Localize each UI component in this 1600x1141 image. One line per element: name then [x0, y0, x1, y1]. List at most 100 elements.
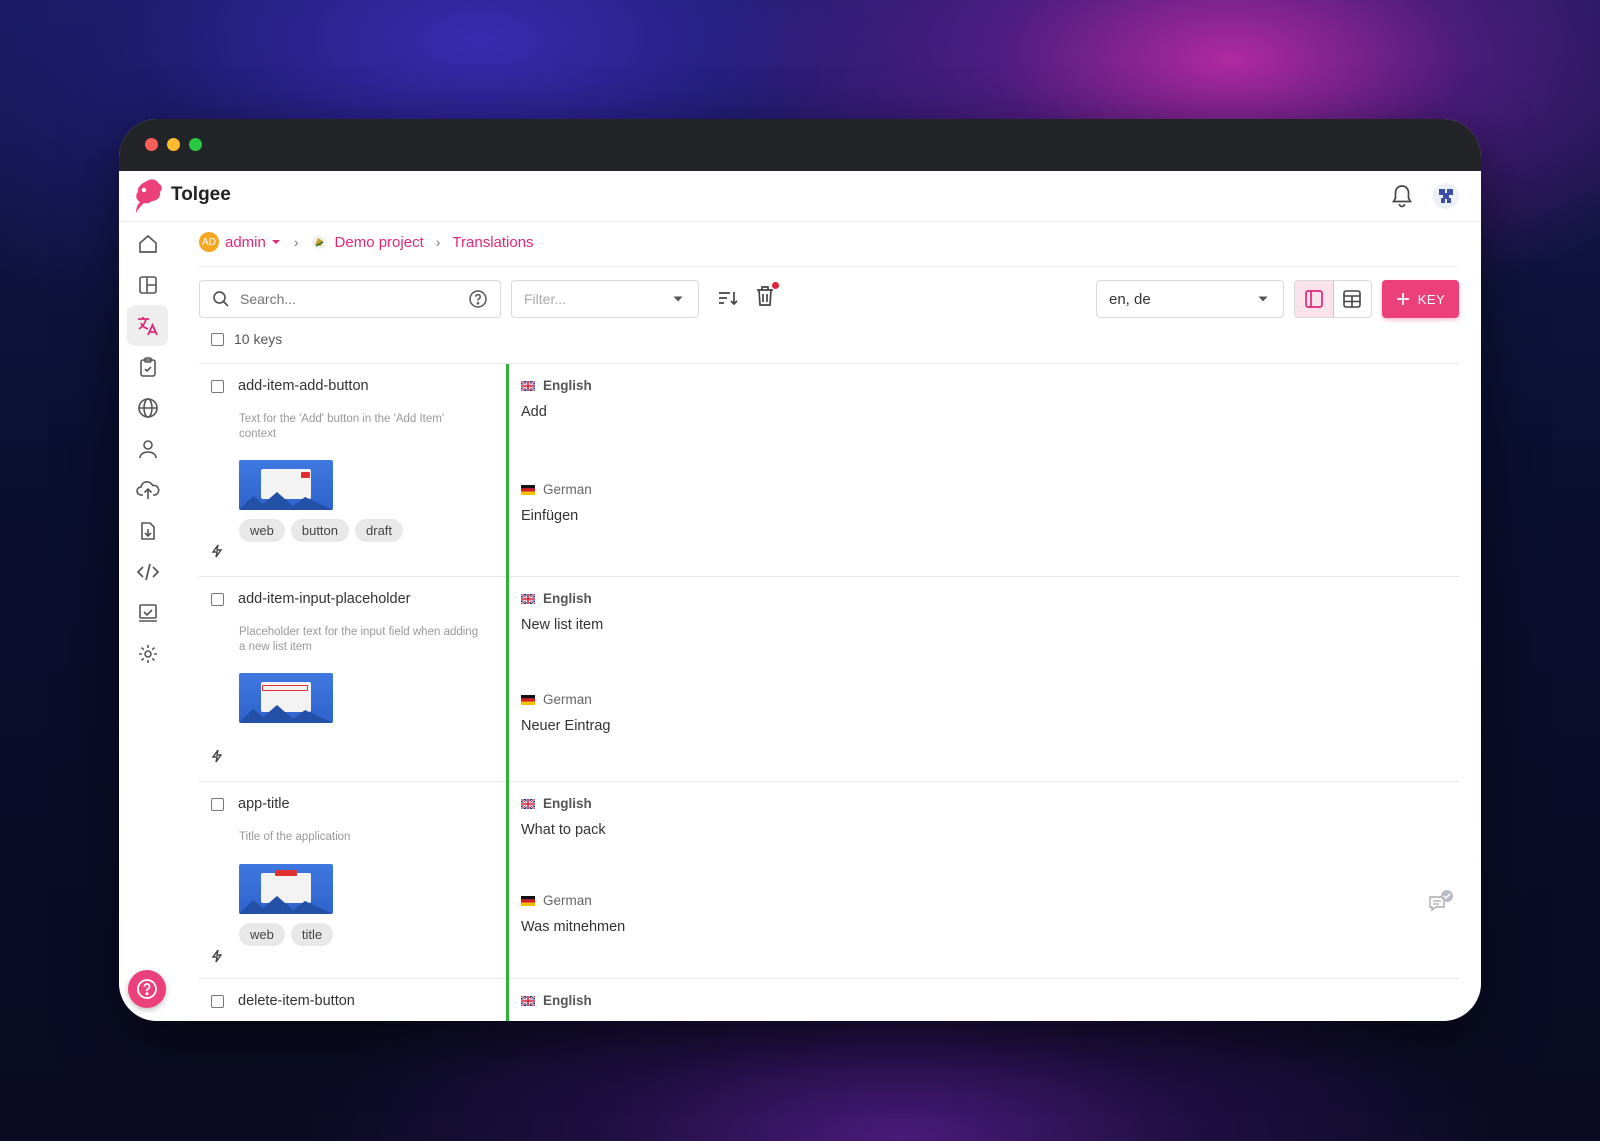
key-cell[interactable]: add-item-add-button Text for the 'Add' b… [199, 364, 506, 576]
translation-text[interactable]: What to pack [521, 822, 606, 838]
sidebar-item-translations[interactable] [127, 305, 168, 346]
key-cell[interactable]: add-item-input-placeholder Placeholder t… [199, 577, 506, 781]
help-button[interactable] [128, 970, 166, 1008]
list-view-button[interactable] [1295, 281, 1334, 317]
key-cell[interactable]: app-title Title of the application web t… [199, 782, 506, 978]
add-key-button[interactable]: KEY [1382, 280, 1459, 318]
sidebar-item-import[interactable] [127, 469, 168, 510]
breadcrumb-page[interactable]: Translations [452, 234, 533, 251]
bolt-icon[interactable] [211, 949, 223, 963]
bolt-icon[interactable] [211, 544, 223, 558]
translation-text[interactable]: Was mitnehmen [521, 919, 625, 935]
language-label: German [521, 482, 592, 497]
sidebar-item-languages[interactable] [127, 387, 168, 428]
uk-flag-icon [521, 798, 535, 809]
filter-select[interactable]: Filter... [511, 280, 699, 318]
tag[interactable]: web [239, 923, 285, 946]
language-name: English [543, 993, 592, 1008]
language-name: German [543, 482, 592, 497]
state-bar [506, 364, 509, 577]
search-box [199, 280, 501, 318]
select-all-checkbox[interactable] [211, 332, 224, 346]
table-view-button[interactable] [1334, 281, 1372, 317]
minimize-window-button[interactable] [167, 138, 180, 151]
state-bar [506, 979, 509, 1021]
key-name[interactable]: add-item-input-placeholder [238, 591, 411, 607]
sidebar-item-integrate[interactable] [127, 551, 168, 592]
toolbar: Filter... en, de [199, 280, 1459, 318]
sidebar-item-tasks[interactable] [127, 346, 168, 387]
sidebar-item-dashboard[interactable] [127, 264, 168, 305]
project-avatar-icon [311, 235, 326, 249]
settings-icon [138, 644, 157, 663]
notification-dot [772, 282, 779, 289]
row-checkbox[interactable] [211, 797, 224, 811]
org-avatar: AD [199, 232, 219, 252]
comment-resolved-icon [1429, 890, 1453, 912]
screenshot-thumbnail[interactable] [239, 460, 333, 510]
logo[interactable]: Tolgee [133, 177, 231, 213]
user-avatar-icon[interactable] [1433, 183, 1459, 209]
language-select[interactable]: en, de [1096, 280, 1284, 318]
caret-down-icon [1258, 296, 1268, 302]
row-checkbox[interactable] [211, 379, 224, 393]
breadcrumb-project[interactable]: Demo project [335, 234, 424, 251]
tolgee-app: Tolgee AD admin › Demo project › Transla… [119, 171, 1481, 1021]
caret-down-icon [673, 296, 683, 302]
tag[interactable]: title [290, 923, 334, 946]
row-checkbox[interactable] [211, 592, 224, 606]
key-name[interactable]: add-item-add-button [238, 378, 369, 394]
sort-icon[interactable] [716, 287, 740, 309]
sidebar-item-members[interactable] [127, 428, 168, 469]
divider [199, 266, 1459, 267]
view-toggle [1294, 280, 1372, 318]
translations-cell: English Add German Einfügen [521, 364, 1459, 576]
language-name: German [543, 893, 592, 908]
key-name[interactable]: app-title [238, 796, 290, 812]
tag[interactable]: button [290, 519, 350, 542]
sidebar-item-projects[interactable] [127, 223, 168, 264]
bolt-icon[interactable] [211, 749, 223, 763]
trash-button[interactable] [754, 282, 779, 313]
sidebar-item-settings[interactable] [127, 633, 168, 674]
tag[interactable]: web [239, 519, 285, 542]
review-icon [138, 603, 157, 622]
help-circle-icon[interactable] [468, 289, 488, 309]
breadcrumb-org[interactable]: admin [225, 234, 266, 251]
breadcrumb: AD admin › Demo project › Translations [199, 229, 534, 255]
translation-text[interactable]: Einfügen [521, 508, 578, 524]
language-name: German [543, 692, 592, 707]
close-window-button[interactable] [145, 138, 158, 151]
screenshot-thumbnail[interactable] [239, 864, 333, 914]
comments-button[interactable] [1427, 889, 1455, 920]
bell-icon[interactable] [1391, 184, 1413, 208]
key-row: app-title Title of the application web t… [199, 782, 1459, 979]
state-bar [506, 782, 509, 979]
key-name[interactable]: delete-item-button [238, 993, 355, 1009]
uk-flag-icon [521, 995, 535, 1006]
uk-flag-icon [521, 380, 535, 391]
key-description: Title of the application [239, 831, 351, 843]
language-label: English [521, 993, 592, 1008]
question-icon [137, 979, 157, 999]
home-icon [138, 234, 157, 253]
translation-text[interactable]: Neuer Eintrag [521, 718, 610, 734]
translation-text[interactable]: New list item [521, 617, 603, 633]
key-description: Placeholder text for the input field whe… [239, 626, 479, 653]
plus-icon [1396, 293, 1409, 305]
key-row: delete-item-button English [199, 979, 1459, 1021]
key-description: Text for the 'Add' button in the 'Add It… [239, 413, 445, 440]
row-checkbox[interactable] [211, 994, 224, 1008]
screenshot-thumbnail[interactable] [239, 673, 333, 723]
search-input[interactable] [238, 290, 468, 308]
translations-list: add-item-add-button Text for the 'Add' b… [199, 363, 1459, 1021]
tag[interactable]: draft [355, 519, 404, 542]
translation-text[interactable]: Add [521, 404, 547, 420]
sidebar-item-export[interactable] [127, 510, 168, 551]
sidebar-item-review[interactable] [127, 592, 168, 633]
maximize-window-button[interactable] [189, 138, 202, 151]
key-cell[interactable]: delete-item-button [199, 979, 506, 1021]
search-icon [213, 291, 229, 307]
caret-down-icon[interactable] [270, 237, 282, 247]
language-label: German [521, 692, 592, 707]
